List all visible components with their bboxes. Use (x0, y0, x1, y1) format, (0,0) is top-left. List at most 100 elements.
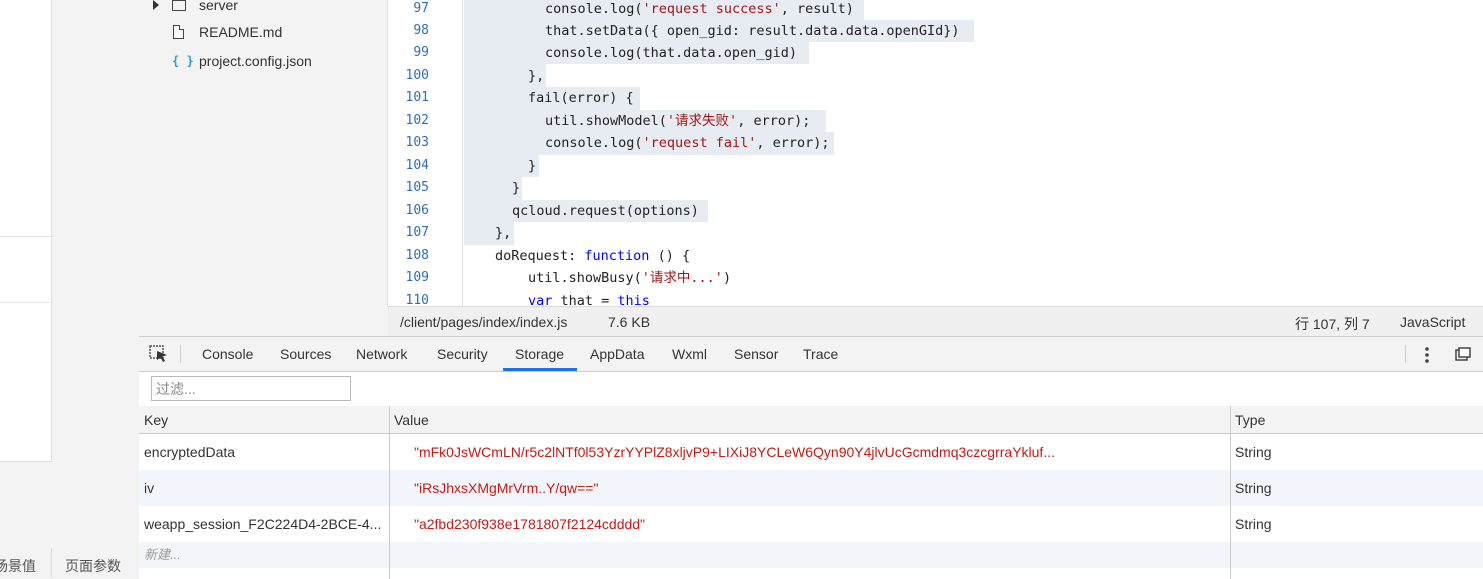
line-number: 108 (405, 248, 429, 263)
line-number: 103 (405, 135, 429, 150)
code-line: console.log('request fail', error); (545, 132, 830, 154)
cell-type: String (1235, 444, 1272, 460)
code-token: console.log( (545, 1, 643, 17)
column-header-type[interactable]: Type (1230, 406, 1483, 434)
tab-security[interactable]: Security (437, 337, 488, 371)
expand-arrow-icon[interactable] (153, 0, 159, 10)
cell-value: "a2fbd230f938e1781807f2124cdddd" (414, 516, 646, 532)
tab-network[interactable]: Network (356, 337, 407, 371)
cell-key: weapp_session_F2C224D4-2BCE-4... (144, 516, 382, 532)
tab-wxml[interactable]: Wxml (672, 337, 707, 371)
divider (180, 345, 181, 363)
tree-item-label: project.config.json (199, 53, 312, 69)
code-token: , error); (737, 113, 811, 129)
table-row[interactable]: iv "iRsJhxsXMgMrVrm..Y/qw==" String (139, 470, 1483, 506)
code-token: , error); (756, 135, 830, 151)
code-line: }, (528, 68, 545, 84)
devtools-panel: Console Sources Network Security Storage… (139, 336, 1483, 579)
code-token: that = (552, 293, 618, 306)
cell-type: String (1235, 516, 1272, 532)
code-token: util.showModel( (545, 113, 667, 129)
active-tab-indicator (503, 368, 577, 371)
cell-key: encryptedData (144, 444, 236, 460)
code-line: util.showBusy('请求中...') (528, 267, 731, 289)
cell-key: iv (144, 480, 155, 496)
code-line: console.log('request success', result) (545, 0, 854, 20)
code-token: () { (649, 248, 691, 264)
line-number: 97 (413, 1, 429, 16)
tab-sensor[interactable]: Sensor (734, 337, 778, 371)
code-string: 'request fail' (642, 135, 757, 151)
tree-item-server[interactable]: server (139, 0, 387, 18)
line-number: 101 (405, 90, 429, 105)
tree-item-project-config[interactable]: { } project.config.json (139, 48, 387, 74)
tab-sources[interactable]: Sources (280, 337, 331, 371)
divider (0, 302, 51, 303)
language-mode[interactable]: JavaScript (1400, 314, 1465, 330)
devtools-tab-bar: Console Sources Network Security Storage… (139, 337, 1483, 372)
file-size: 7.6 KB (608, 314, 651, 330)
storage-table: Key Value Type encryptedData "mFk0JsWCmL… (139, 406, 1483, 579)
column-divider[interactable] (1230, 406, 1231, 579)
tree-item-readme[interactable]: README.md (139, 19, 387, 45)
divider (1405, 345, 1406, 363)
tab-page-params[interactable]: 页面参数 (65, 556, 121, 576)
filter-bar (139, 372, 1483, 407)
code-editor[interactable]: 97 98 99 100 101 102 103 104 105 106 107… (388, 0, 1483, 306)
code-token: util.showBusy( (528, 270, 642, 286)
folder-icon (172, 0, 186, 11)
code-string: '请求中...' (641, 270, 723, 286)
line-number: 98 (413, 23, 429, 38)
cell-type: String (1235, 480, 1272, 496)
table-row-new[interactable]: 新建... (139, 542, 1483, 568)
code-line: console.log(that.data.open_gid) (545, 45, 797, 61)
code-line: util.showModel('请求失败', error); (545, 110, 810, 132)
code-line: }, (495, 225, 512, 241)
line-number: 109 (405, 270, 429, 285)
line-number-gutter: 97 98 99 100 101 102 103 104 105 106 107… (388, 0, 463, 306)
code-line: doRequest: function () { (495, 245, 690, 267)
more-options-icon[interactable] (1424, 346, 1430, 364)
code-token: , result) (780, 1, 854, 17)
table-row[interactable]: encryptedData "mFk0JsWCmLN/r5c2lNTf0l53Y… (139, 434, 1483, 470)
table-row[interactable]: weapp_session_F2C224D4-2BCE-4... "a2fbd2… (139, 506, 1483, 542)
tab-trace[interactable]: Trace (803, 337, 838, 371)
divider (51, 548, 52, 578)
inspect-element-icon[interactable] (149, 345, 169, 363)
column-header-value[interactable]: Value (389, 406, 1230, 434)
filter-input[interactable] (151, 376, 351, 401)
column-divider[interactable] (389, 406, 390, 579)
new-row-placeholder[interactable]: 新建... (139, 542, 389, 568)
code-keyword: var (528, 293, 553, 306)
file-icon (173, 25, 184, 39)
code-token: console.log( (545, 135, 643, 151)
line-number: 110 (405, 293, 429, 306)
code-line: } (528, 158, 537, 174)
tab-console[interactable]: Console (202, 337, 253, 371)
code-line: var that = this (528, 290, 650, 306)
undock-icon[interactable] (1455, 347, 1471, 361)
simulator-panel: 场景值 页面参数 (0, 0, 139, 578)
cursor-position[interactable]: 行 107, 列 7 (1295, 314, 1370, 334)
code-keyword: function (584, 248, 650, 264)
code-line: } (512, 180, 521, 196)
simulator-bottom-tabs: 场景值 页面参数 (0, 548, 139, 578)
tab-storage[interactable]: Storage (515, 337, 564, 371)
code-string: 'request success' (642, 1, 781, 17)
line-number: 105 (405, 180, 429, 195)
tree-item-label: server (199, 0, 238, 13)
line-number: 106 (405, 203, 429, 218)
line-number: 102 (405, 113, 429, 128)
tab-appdata[interactable]: AppData (590, 337, 644, 371)
tab-scene-value[interactable]: 场景值 (0, 556, 36, 576)
line-number: 99 (413, 45, 429, 60)
cell-value: "mFk0JsWCmLN/r5c2lNTf0l53YzrYYPlZ8xljvP9… (414, 444, 1055, 460)
divider (0, 236, 51, 237)
file-path: /client/pages/index/index.js (400, 314, 568, 330)
editor-status-bar: /client/pages/index/index.js 7.6 KB 行 10… (388, 306, 1483, 337)
code-keyword: this (617, 293, 650, 306)
column-header-key[interactable]: Key (139, 406, 389, 434)
simulator-card (0, 0, 52, 462)
code-token: ) (722, 270, 732, 286)
code-line: fail(error) { (528, 90, 634, 106)
